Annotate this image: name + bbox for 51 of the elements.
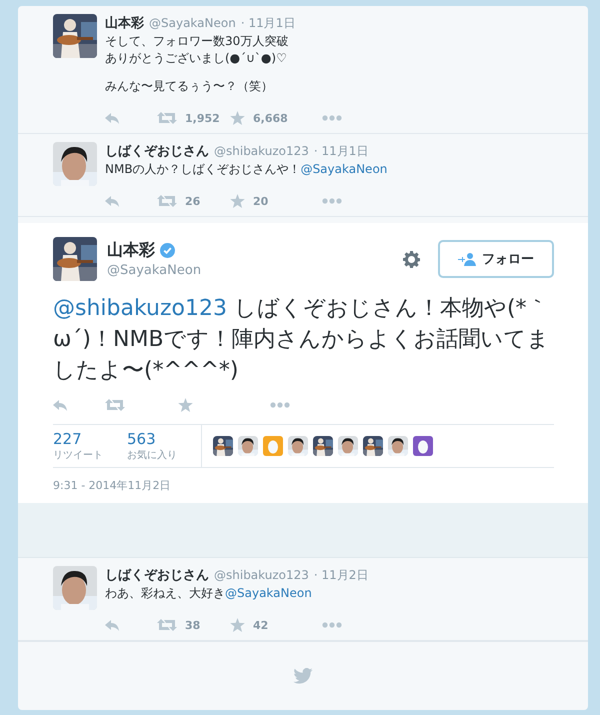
retweet-icon[interactable] — [105, 399, 125, 411]
more-icon[interactable] — [270, 402, 290, 408]
user-handle: @shibakuzo123 — [214, 144, 309, 158]
more-icon[interactable] — [322, 622, 342, 628]
mention-link[interactable]: @SayakaNeon — [300, 162, 388, 176]
user-handle: @shibakuzo123 — [214, 568, 309, 582]
retweet-icon[interactable] — [157, 112, 177, 124]
tweet-text: NMBの人か？しばくぞおじさんや！@SayakaNeon — [105, 161, 388, 178]
stat-label: リツイート — [53, 449, 104, 462]
tweet-timestamp[interactable]: 9:31 - 2014年11月2日 — [53, 478, 554, 493]
mention-link[interactable]: @SayakaNeon — [225, 586, 312, 600]
more-icon[interactable] — [322, 198, 342, 204]
favorite-count: 6,668 — [253, 112, 288, 124]
settings-icon[interactable] — [403, 250, 420, 268]
favorite-count: 20 — [253, 194, 268, 208]
favorite-count: 42 — [253, 618, 268, 632]
retweet-icon[interactable] — [157, 195, 177, 207]
tweet-text: そして、フォロワー数30万人突破 ありがとうございまし(●´∪`●)♡ — [105, 33, 290, 67]
star-icon[interactable] — [230, 194, 245, 208]
add-person-icon — [458, 252, 476, 266]
tweet-text: みんな〜見てるぅう〜？（笑） — [105, 78, 274, 95]
stat-label: お気に入り — [127, 448, 178, 462]
follow-button[interactable]: フォロー — [438, 240, 554, 278]
tweet-date: · 11月1日 — [240, 15, 296, 32]
star-icon[interactable] — [178, 398, 193, 412]
stat-count[interactable]: 227 — [53, 430, 127, 448]
reply-icon[interactable] — [105, 112, 119, 124]
retweet-icon[interactable] — [157, 619, 177, 631]
retweet-count: 26 — [185, 194, 200, 208]
stat-count[interactable]: 563 — [127, 430, 201, 448]
user-handle: @SayakaNeon — [149, 16, 236, 30]
star-icon[interactable] — [230, 618, 245, 632]
user-name[interactable]: しばくぞおじさん — [105, 142, 209, 160]
user-name[interactable]: 山本彩 — [105, 14, 144, 32]
reply-icon[interactable] — [53, 400, 67, 410]
tweet-text: @shibakuzo123 しばくぞおじさん！本物や(*｀ω´)！NMBです！陣内さんからよくお話聞いてましたよ〜(*^^^*) — [53, 295, 551, 385]
user-name[interactable]: 山本彩 — [107, 240, 155, 261]
mention-link[interactable]: @shibakuzo123 — [53, 296, 227, 321]
user-handle: @SayakaNeon — [107, 263, 202, 278]
reply-icon[interactable] — [105, 620, 119, 630]
retweet-count: 38 — [185, 618, 200, 632]
tweet-date: · 11月1日 — [314, 143, 368, 160]
tweet-date: · 11月2日 — [314, 567, 368, 584]
tweet-text: わあ、彩ねえ、大好き@SayakaNeon — [105, 585, 313, 602]
bird-icon[interactable] — [293, 668, 313, 684]
more-icon[interactable] — [322, 115, 342, 121]
star-icon[interactable] — [230, 111, 245, 125]
egg-avatar-icon[interactable] — [413, 436, 433, 456]
reply-icon[interactable] — [105, 196, 119, 206]
retweet-count: 1,952 — [185, 112, 220, 124]
user-name[interactable]: しばくぞおじさん — [105, 566, 209, 584]
